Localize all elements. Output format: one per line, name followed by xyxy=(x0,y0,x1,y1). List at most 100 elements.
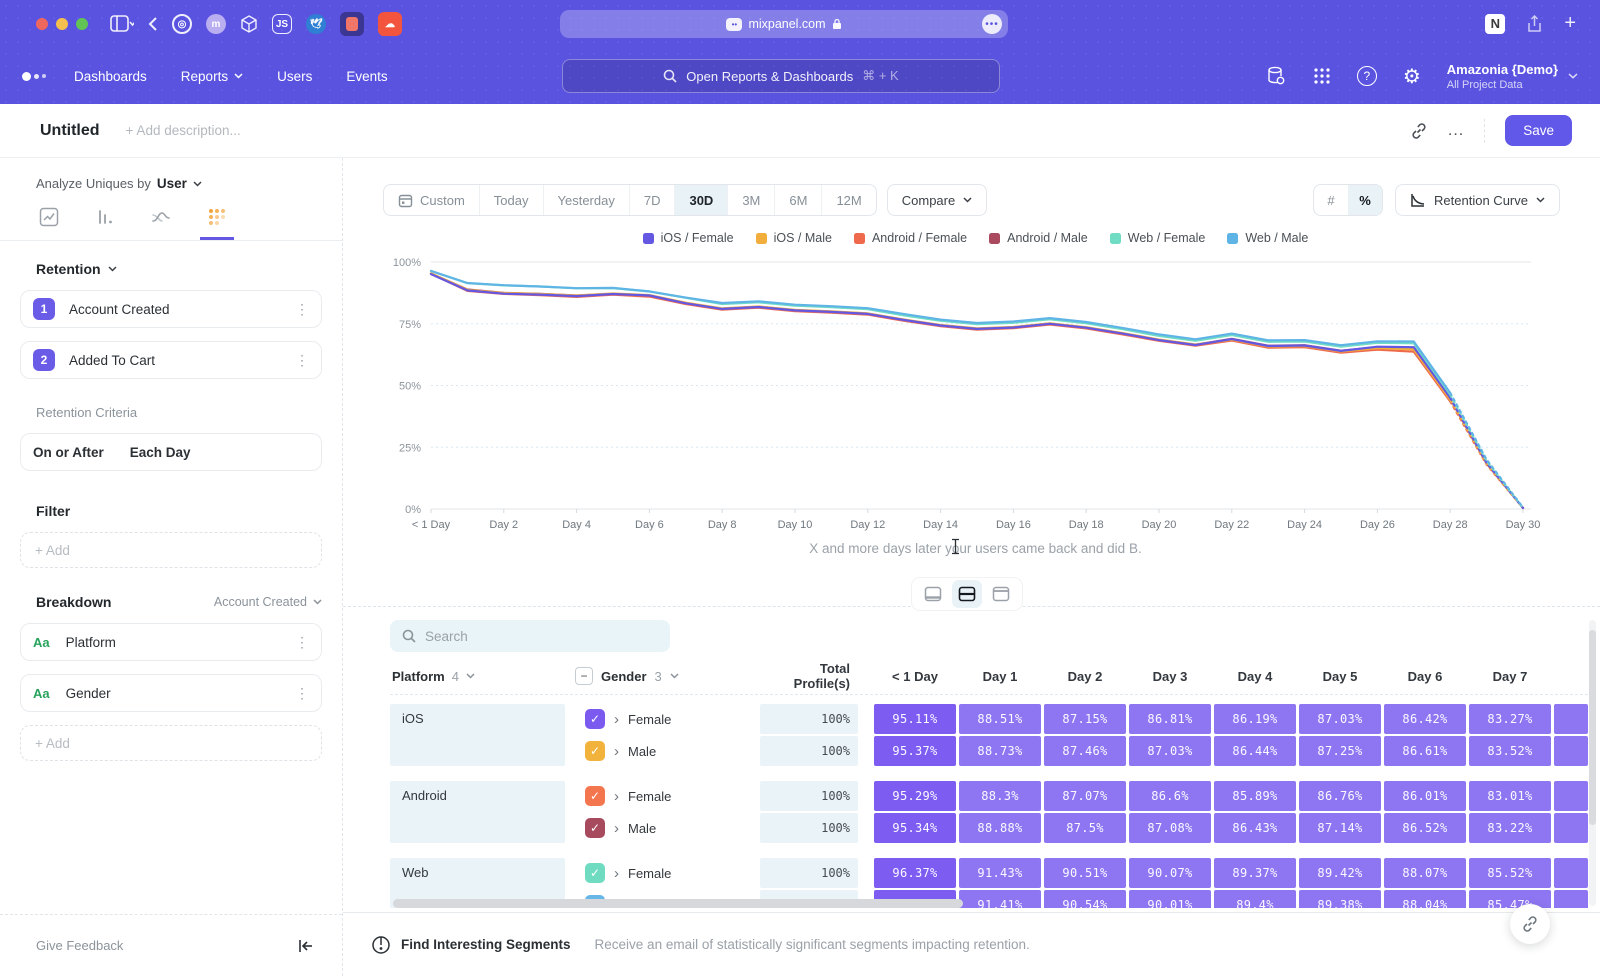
layout-table-only-button[interactable] xyxy=(986,580,1016,608)
global-search[interactable]: Open Reports & Dashboards ⌘ + K xyxy=(562,59,1000,93)
retention-criteria-card[interactable]: On or After Each Day xyxy=(20,433,322,471)
close-window-icon[interactable] xyxy=(36,18,48,30)
day-column-header-6[interactable]: Day 6 xyxy=(1384,669,1466,684)
row-checkbox[interactable]: ✓ xyxy=(585,818,605,838)
data-management-icon[interactable] xyxy=(1265,65,1287,87)
expand-row-icon[interactable]: › xyxy=(614,789,619,804)
share-icon[interactable] xyxy=(1527,15,1542,33)
expand-row-icon[interactable]: › xyxy=(614,744,619,759)
kebab-menu-icon[interactable]: ⋮ xyxy=(295,301,309,318)
breakdown-gender[interactable]: Aa Gender ⋮ xyxy=(20,674,322,712)
range-30d[interactable]: 30D xyxy=(675,185,728,215)
new-tab-icon[interactable]: + xyxy=(1564,12,1576,35)
mixpanel-logo-icon[interactable] xyxy=(22,72,50,81)
save-button[interactable]: Save xyxy=(1505,115,1572,146)
nav-users[interactable]: Users xyxy=(277,69,312,84)
legend-item[interactable]: Web / Male xyxy=(1227,231,1308,245)
day-column-header-4[interactable]: Day 4 xyxy=(1214,669,1296,684)
extension-m-icon[interactable]: m xyxy=(206,14,226,34)
total-profiles-header[interactable]: Total Profile(s) xyxy=(760,661,858,691)
give-feedback-link[interactable]: Give Feedback xyxy=(36,938,298,953)
absolute-numbers-option[interactable]: # xyxy=(1314,185,1348,215)
expand-row-icon[interactable]: › xyxy=(614,712,619,727)
range-yesterday[interactable]: Yesterday xyxy=(544,185,630,215)
nav-dashboards[interactable]: Dashboards xyxy=(74,69,147,84)
tab-retention[interactable] xyxy=(200,207,234,240)
table-search[interactable] xyxy=(390,620,670,652)
day-column-header-2[interactable]: Day 2 xyxy=(1044,669,1126,684)
nav-reports[interactable]: Reports xyxy=(181,69,243,84)
range-today[interactable]: Today xyxy=(480,185,544,215)
kebab-menu-icon[interactable]: ⋮ xyxy=(295,685,309,702)
legend-item[interactable]: Android / Male xyxy=(989,231,1088,245)
extension-app-icon[interactable] xyxy=(340,12,364,36)
day-column-header-3[interactable]: Day 3 xyxy=(1129,669,1211,684)
layout-split-button[interactable] xyxy=(952,580,982,608)
find-segments-title[interactable]: Find Interesting Segments xyxy=(401,937,571,952)
retention-step-a[interactable]: 1 Account Created ⋮ xyxy=(20,290,322,328)
row-checkbox[interactable]: ✓ xyxy=(585,786,605,806)
day-column-header-5[interactable]: Day 5 xyxy=(1299,669,1381,684)
horizontal-scrollbar[interactable] xyxy=(393,899,963,908)
range-6m[interactable]: 6M xyxy=(775,185,822,215)
extension-target-icon[interactable]: ◎ xyxy=(172,14,192,34)
tab-funnels[interactable] xyxy=(88,207,122,240)
criteria-mode[interactable]: On or After xyxy=(33,445,104,460)
select-all-checkbox[interactable]: − xyxy=(575,667,593,685)
chevron-down-icon[interactable] xyxy=(108,266,117,272)
range-3m[interactable]: 3M xyxy=(728,185,775,215)
extension-cube-icon[interactable] xyxy=(240,15,258,33)
platform-column-header[interactable]: Platform 4 xyxy=(390,669,565,684)
nav-events[interactable]: Events xyxy=(346,69,387,84)
range-7d[interactable]: 7D xyxy=(630,185,676,215)
minimize-window-icon[interactable] xyxy=(56,18,68,30)
gender-column-header[interactable]: − Gender 3 xyxy=(575,667,760,685)
legend-item[interactable]: iOS / Female xyxy=(643,231,734,245)
tab-insights[interactable] xyxy=(32,207,66,240)
criteria-interval[interactable]: Each Day xyxy=(130,445,191,460)
add-filter-button[interactable]: + Add xyxy=(20,532,322,568)
kebab-menu-icon[interactable]: ⋮ xyxy=(295,352,309,369)
range-12m[interactable]: 12M xyxy=(822,185,875,215)
tab-flows[interactable] xyxy=(144,207,178,240)
breakdown-scope-select[interactable]: Account Created xyxy=(214,595,322,609)
vertical-scrollbar-thumb[interactable] xyxy=(1589,630,1596,825)
legend-item[interactable]: Android / Female xyxy=(854,231,967,245)
expand-row-icon[interactable]: › xyxy=(614,866,619,881)
day-column-header-1[interactable]: Day 1 xyxy=(959,669,1041,684)
layout-chart-only-button[interactable] xyxy=(918,580,948,608)
maximize-window-icon[interactable] xyxy=(76,18,88,30)
collapse-sidebar-icon[interactable] xyxy=(298,939,314,953)
account-menu[interactable]: Amazonia {Demo} All Project Data xyxy=(1447,62,1578,91)
extension-bird-icon[interactable]: 🕊 xyxy=(306,14,326,34)
settings-gear-icon[interactable]: ⚙ xyxy=(1403,64,1421,89)
analyze-uniques-value[interactable]: User xyxy=(157,176,187,191)
report-title[interactable]: Untitled xyxy=(40,122,100,140)
breakdown-platform[interactable]: Aa Platform ⋮ xyxy=(20,623,322,661)
back-icon[interactable] xyxy=(148,16,158,32)
sidebar-toggle-icon[interactable] xyxy=(110,15,134,33)
extension-cloud-icon[interactable]: ☁ xyxy=(378,12,402,36)
retention-step-b[interactable]: 2 Added To Cart ⋮ xyxy=(20,341,322,379)
add-breakdown-button[interactable]: + Add xyxy=(20,725,322,761)
row-checkbox[interactable]: ✓ xyxy=(585,709,605,729)
apps-grid-icon[interactable] xyxy=(1313,67,1331,85)
percentage-option[interactable]: % xyxy=(1348,185,1382,215)
range-custom[interactable]: Custom xyxy=(384,185,480,215)
row-checkbox[interactable]: ✓ xyxy=(585,863,605,883)
table-search-input[interactable] xyxy=(425,629,645,644)
notion-tab-icon[interactable]: N xyxy=(1485,14,1505,34)
share-link-fab[interactable] xyxy=(1510,904,1550,944)
legend-item[interactable]: Web / Female xyxy=(1110,231,1206,245)
legend-item[interactable]: iOS / Male xyxy=(756,231,832,245)
compare-button[interactable]: Compare xyxy=(887,184,987,216)
url-bar[interactable]: •• mixpanel.com ••• xyxy=(560,10,1008,38)
help-icon[interactable]: ? xyxy=(1357,66,1377,86)
day-column-header-7[interactable]: Day 7 xyxy=(1469,669,1551,684)
expand-row-icon[interactable]: › xyxy=(614,821,619,836)
chart-type-select[interactable]: Retention Curve xyxy=(1395,184,1560,216)
url-more-icon[interactable]: ••• xyxy=(982,14,1002,34)
row-checkbox[interactable]: ✓ xyxy=(585,741,605,761)
copy-link-icon[interactable] xyxy=(1410,122,1428,140)
extension-js-icon[interactable]: JS xyxy=(272,14,292,34)
